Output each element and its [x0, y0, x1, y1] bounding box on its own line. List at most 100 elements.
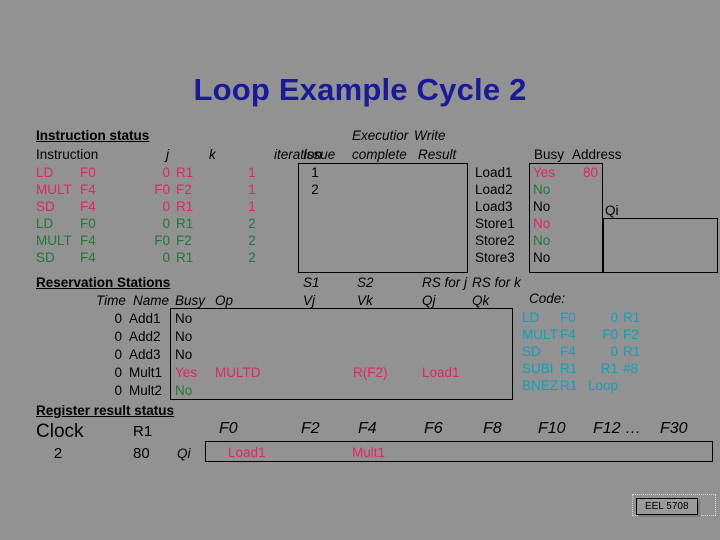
rs-name: Add1: [129, 311, 161, 326]
col-header-instruction: Instruction: [36, 147, 99, 162]
instruction-dest: F0: [80, 216, 96, 231]
register-header-f0: F0: [219, 420, 238, 437]
code-op: LD: [522, 310, 540, 325]
code-operand-c: #8: [623, 361, 639, 376]
code-operand-c: R1: [623, 310, 641, 325]
r1-label: R1: [133, 423, 153, 440]
register-header-f2: F2: [301, 420, 320, 437]
col-header-write-result: Result: [418, 147, 457, 162]
instruction-k: F2: [176, 233, 192, 248]
code-operand-b: 0: [610, 310, 618, 325]
col-header-vj: Vj: [303, 293, 316, 308]
code-operand-a: F4: [560, 344, 576, 359]
instruction-j: 0: [162, 199, 170, 214]
register-header-f10: F10: [538, 420, 566, 437]
loadstore-name: Load1: [475, 165, 513, 180]
reservation-stations-heading: Reservation Stations: [36, 275, 171, 290]
rs-name: Add2: [129, 329, 161, 344]
code-operand-b: 0: [610, 344, 618, 359]
instruction-k: R1: [176, 165, 194, 180]
instruction-j: 0: [162, 165, 170, 180]
code-heading: Code:: [529, 291, 566, 306]
instruction-op: MULT: [36, 182, 72, 197]
instruction-k: R1: [176, 199, 194, 214]
code-operand-b: Loop: [588, 378, 619, 393]
col-header-s1: S1: [303, 275, 320, 290]
register-value-f0: Load1: [228, 445, 266, 460]
col-header-execution-complete: complete: [352, 147, 407, 162]
register-result-status-heading: Register result status: [36, 403, 175, 418]
col-header-op: Op: [215, 293, 234, 308]
col-header-qk: Qk: [472, 293, 490, 308]
course-badge: EEL 5708: [636, 498, 698, 515]
loadstore-busy-box: [529, 163, 603, 273]
instruction-dest: F4: [80, 182, 96, 197]
instruction-dest: F4: [80, 233, 96, 248]
code-operand-b: F0: [602, 327, 618, 342]
register-value-f4: Mult1: [352, 445, 386, 460]
instruction-j: F0: [154, 182, 170, 197]
rs-time: 0: [114, 311, 122, 326]
col-header-k: k: [209, 147, 216, 162]
col-header-rs-for-j: RS for j: [422, 275, 468, 290]
instruction-iteration: 2: [248, 216, 256, 231]
col-header-write: Write: [414, 128, 446, 143]
clock-value: 2: [53, 445, 63, 462]
instruction-dest: F4: [80, 199, 96, 214]
rs-time: 0: [114, 383, 122, 398]
col-header-vk: Vk: [357, 293, 373, 308]
instruction-dest: F4: [80, 250, 96, 265]
code-op: BNEZ: [522, 378, 559, 393]
loadstore-name: Load3: [475, 199, 513, 214]
instruction-k: R1: [176, 216, 194, 231]
rs-name: Add3: [129, 347, 161, 362]
col-header-rs-for-k: RS for k: [472, 275, 521, 290]
loadstore-qi-box: [603, 218, 718, 273]
register-status-box: [205, 441, 713, 462]
col-header-time: Time: [96, 293, 126, 308]
loadstore-name: Load2: [475, 182, 513, 197]
instruction-j: 0: [162, 216, 170, 231]
rs-name: Mult2: [129, 383, 163, 398]
code-operand-c: R1: [623, 344, 641, 359]
r1-value: 80: [133, 445, 150, 462]
register-header-f30: F30: [660, 420, 688, 437]
loadstore-name: Store2: [475, 233, 515, 248]
instruction-op: SD: [36, 250, 55, 265]
instruction-k: R1: [176, 250, 194, 265]
code-op: SD: [522, 344, 541, 359]
loadstore-name: Store3: [475, 250, 515, 265]
code-operand-a: R1: [560, 378, 578, 393]
code-op: SUBI: [522, 361, 554, 376]
col-header-address: Address: [572, 147, 622, 162]
instruction-dest: F0: [80, 165, 96, 180]
register-header-f12: F12 …: [593, 420, 642, 437]
rs-time: 0: [114, 365, 122, 380]
rs-time: 0: [114, 329, 122, 344]
instruction-iteration: 2: [248, 250, 256, 265]
register-header-f4: F4: [358, 420, 377, 437]
instruction-j: F0: [154, 233, 170, 248]
instruction-iteration: 2: [248, 233, 256, 248]
register-header-f6: F6: [424, 420, 443, 437]
col-header-qj: Qj: [422, 293, 436, 308]
loadstore-name: Store1: [475, 216, 515, 231]
issue-exec-write-box: [298, 163, 468, 273]
rs-time: 0: [114, 347, 122, 362]
instruction-k: F2: [176, 182, 192, 197]
code-operand-a: F4: [560, 327, 576, 342]
instruction-iteration: 1: [248, 182, 256, 197]
code-operand-b: R1: [600, 361, 618, 376]
register-header-f8: F8: [483, 420, 502, 437]
col-header-busy-loadstore: Busy: [534, 147, 565, 162]
code-operand-a: F0: [560, 310, 576, 325]
col-header-s2: S2: [357, 275, 374, 290]
instruction-iteration: 1: [248, 199, 256, 214]
col-header-issue: Issue: [303, 147, 336, 162]
instruction-op: SD: [36, 199, 55, 214]
instruction-j: 0: [162, 250, 170, 265]
clock-label: Clock: [36, 421, 84, 442]
qi-label: Qi: [177, 446, 191, 461]
instruction-iteration: 1: [248, 165, 256, 180]
instruction-op: LD: [36, 216, 54, 231]
